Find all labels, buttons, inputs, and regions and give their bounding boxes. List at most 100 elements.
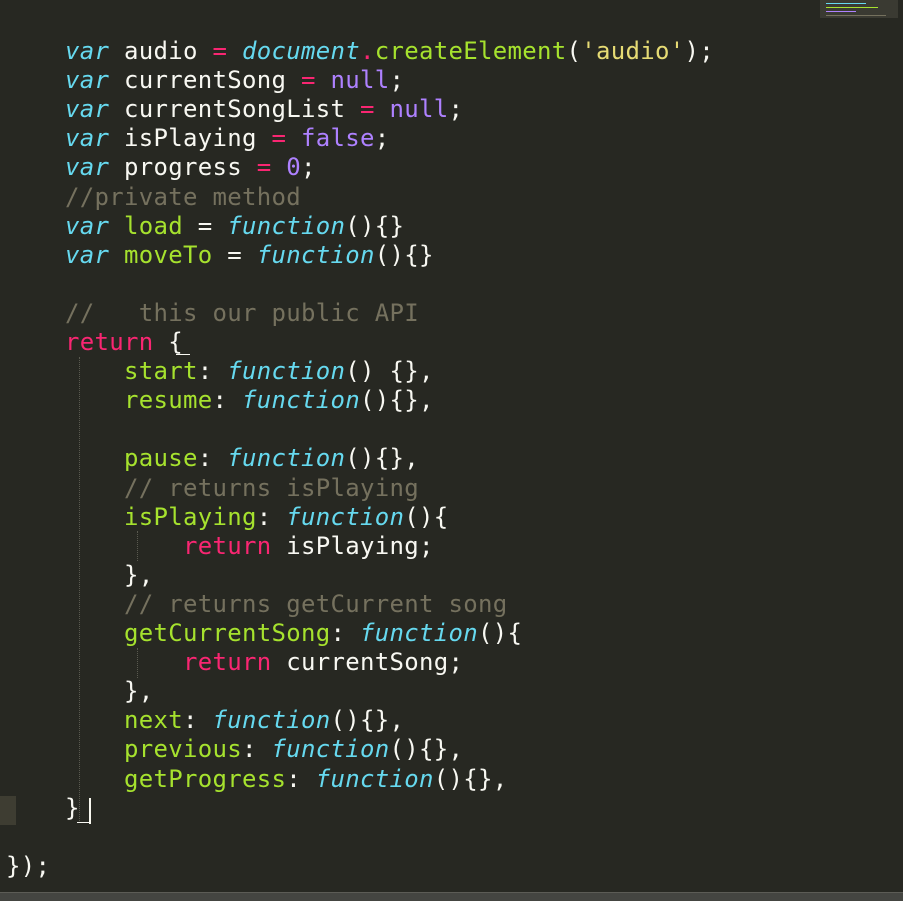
code-line[interactable]: var load = function(){} (6, 212, 404, 241)
code-token: = (271, 124, 287, 153)
code-token: : (197, 357, 228, 386)
code-token: function (256, 240, 375, 269)
code-line[interactable]: var currentSong = null; (6, 66, 404, 95)
code-token: function (286, 502, 405, 531)
code-token: getProgress (124, 764, 287, 793)
code-token: var (65, 153, 110, 182)
code-token: start (124, 357, 198, 386)
code-line[interactable]: getCurrentSong: function(){ (6, 619, 522, 648)
code-token: : (330, 619, 360, 647)
code-line[interactable]: var moveTo = function(){} (6, 241, 434, 270)
code-token: : (212, 386, 242, 415)
code-token: = (212, 37, 228, 65)
code-token: progress (109, 153, 257, 182)
code-token: ; (301, 153, 316, 182)
code-token: createElement (374, 37, 567, 65)
code-token: { (153, 328, 183, 356)
code-token: 0 (286, 153, 301, 182)
code-token: (){}, (345, 444, 419, 473)
code-token: var (65, 240, 110, 269)
code-token: (){} (345, 211, 405, 240)
code-token: . (360, 37, 375, 65)
code-token: isPlaying (124, 502, 257, 531)
code-line[interactable]: }); (6, 852, 50, 881)
code-token: currentSongList (109, 95, 360, 124)
code-token: function (271, 735, 390, 764)
code-line[interactable]: var audio = document.createElement('audi… (6, 37, 714, 66)
code-token: getCurrentSong (124, 619, 331, 647)
code-token: var (65, 37, 110, 65)
code-token: currentSong; (271, 648, 464, 677)
code-line[interactable]: return isPlaying; (6, 532, 434, 561)
indent-guide (79, 357, 80, 823)
indent-guide (137, 531, 138, 561)
text-cursor (89, 798, 91, 824)
code-token: = (183, 211, 228, 240)
code-token: = (256, 153, 272, 182)
code-token: document (242, 37, 360, 65)
code-token: (){} (374, 240, 434, 269)
code-token: null (389, 95, 449, 124)
code-line[interactable]: next: function(){}, (6, 706, 404, 735)
code-line[interactable]: //private method (6, 183, 301, 212)
code-line[interactable]: // this our public API (6, 299, 419, 328)
code-token: : (256, 502, 287, 531)
code-line[interactable]: return currentSong; (6, 648, 463, 677)
current-line-gutter-marker (0, 796, 16, 825)
code-token: load (124, 211, 183, 240)
code-token: moveTo (124, 240, 213, 269)
code-token: function (315, 764, 434, 793)
code-token: return (183, 531, 272, 560)
code-token: resume (124, 386, 213, 415)
code-line[interactable]: return { (6, 328, 183, 357)
code-token: audio (109, 37, 213, 65)
code-token: next (124, 706, 183, 735)
code-editor[interactable]: var audio = document.createElement('audi… (0, 0, 903, 892)
code-token: function (227, 357, 346, 386)
code-token: = (360, 95, 375, 124)
code-token: : (286, 764, 316, 793)
code-line[interactable]: start: function() {}, (6, 357, 434, 386)
code-token: // returns getCurrent song (124, 589, 508, 618)
code-token: (){}, (330, 706, 405, 735)
code-token: // this our public API (65, 298, 419, 327)
code-token: false (301, 124, 375, 153)
code-line[interactable]: var currentSongList = null; (6, 95, 463, 124)
code-line[interactable]: var isPlaying = false; (6, 124, 390, 153)
code-token: = (212, 240, 257, 269)
code-token: (){}, (360, 386, 434, 415)
code-line[interactable]: pause: function(){}, (6, 444, 419, 473)
code-line[interactable]: } (6, 794, 80, 823)
code-line[interactable]: resume: function(){}, (6, 386, 434, 415)
code-line[interactable]: getProgress: function(){}, (6, 765, 508, 794)
code-line[interactable]: var progress = 0; (6, 153, 316, 182)
code-token: ( (566, 37, 582, 65)
code-token: var (65, 66, 110, 95)
code-token: function (242, 386, 360, 415)
code-token: ); (684, 37, 714, 65)
code-line[interactable]: // returns getCurrent song (6, 590, 507, 619)
code-line[interactable]: previous: function(){}, (6, 735, 463, 764)
code-token: = (301, 66, 316, 95)
code-token: function (360, 619, 478, 647)
code-line[interactable]: isPlaying: function(){ (6, 503, 449, 532)
code-token: ; (448, 95, 464, 124)
code-line[interactable]: // returns isPlaying (6, 474, 419, 503)
minimap[interactable] (820, 0, 898, 18)
